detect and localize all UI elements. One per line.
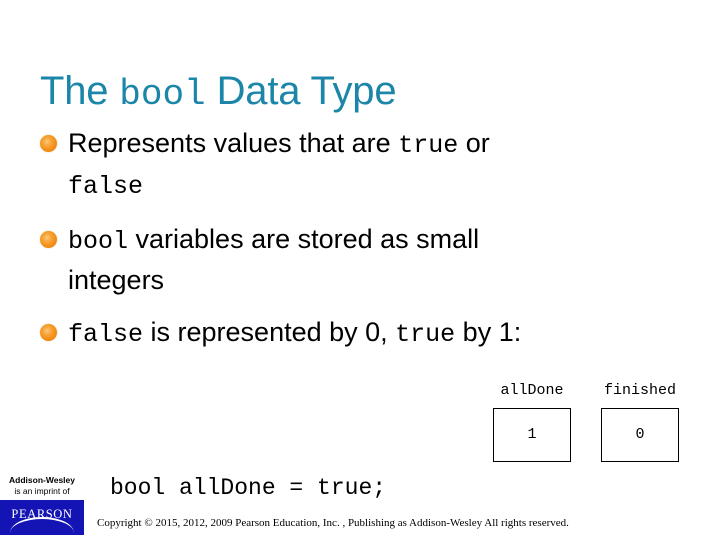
imprint-line-2: is an imprint of [14,486,70,496]
imprint-line-1: Addison-Wesley [9,475,75,485]
bullet-list: Represents values that are true or false … [38,124,684,354]
variable-cell-finished: finished 0 [591,382,689,462]
bullet-2-code-bool: bool [68,227,129,256]
bullet-2-text: variables are stored as small [128,224,480,254]
orange-bullet-icon [40,231,57,248]
list-item: bool variables are stored as small intege… [38,220,684,299]
slide-canvas: The bool Data Type Represents values tha… [0,0,720,540]
bullet-3-text-1: is represented by 0, [143,317,396,347]
copyright-notice: Copyright © 2015, 2012, 2009 Pearson Edu… [97,517,569,529]
variable-value: 0 [635,426,645,444]
bullet-1-text: Represents values that are [68,128,399,158]
code-line-1: bool allDone = true; [110,475,387,501]
bullet-1-code-false: false [68,172,144,201]
title-text-part2: Data Type [205,68,397,113]
variable-label: allDone [500,382,564,399]
orange-bullet-icon [40,135,57,152]
imprint-text: Addison-Wesley is an imprint of [0,474,84,497]
bullet-1-text-tail: or [458,128,490,158]
publisher-logo: Addison-Wesley is an imprint of PEARSON [0,474,84,535]
bullet-3-code-true: true [395,320,456,349]
page-title: The bool Data Type [40,67,680,119]
bullet-1-code-true: true [398,131,459,160]
list-item: Represents values that are true or false [38,124,684,206]
variable-value: 1 [527,426,537,444]
title-code-bool: bool [119,73,206,115]
variable-box: 1 [493,408,571,462]
orange-bullet-icon [40,324,57,341]
pearson-logo-box: PEARSON [0,500,84,535]
bullet-2-text-line2: integers [68,265,165,295]
variable-cell-alldone: allDone 1 [483,382,581,462]
variable-box: 0 [601,408,679,462]
bullet-3-code-false: false [68,320,144,349]
list-item: false is represented by 0, true by 1: [38,313,684,354]
title-text-part1: The [40,68,120,113]
bullet-3-text-2: by 1: [455,317,522,347]
variable-label: finished [603,382,676,399]
variable-diagram: allDone 1 finished 0 [483,382,713,472]
